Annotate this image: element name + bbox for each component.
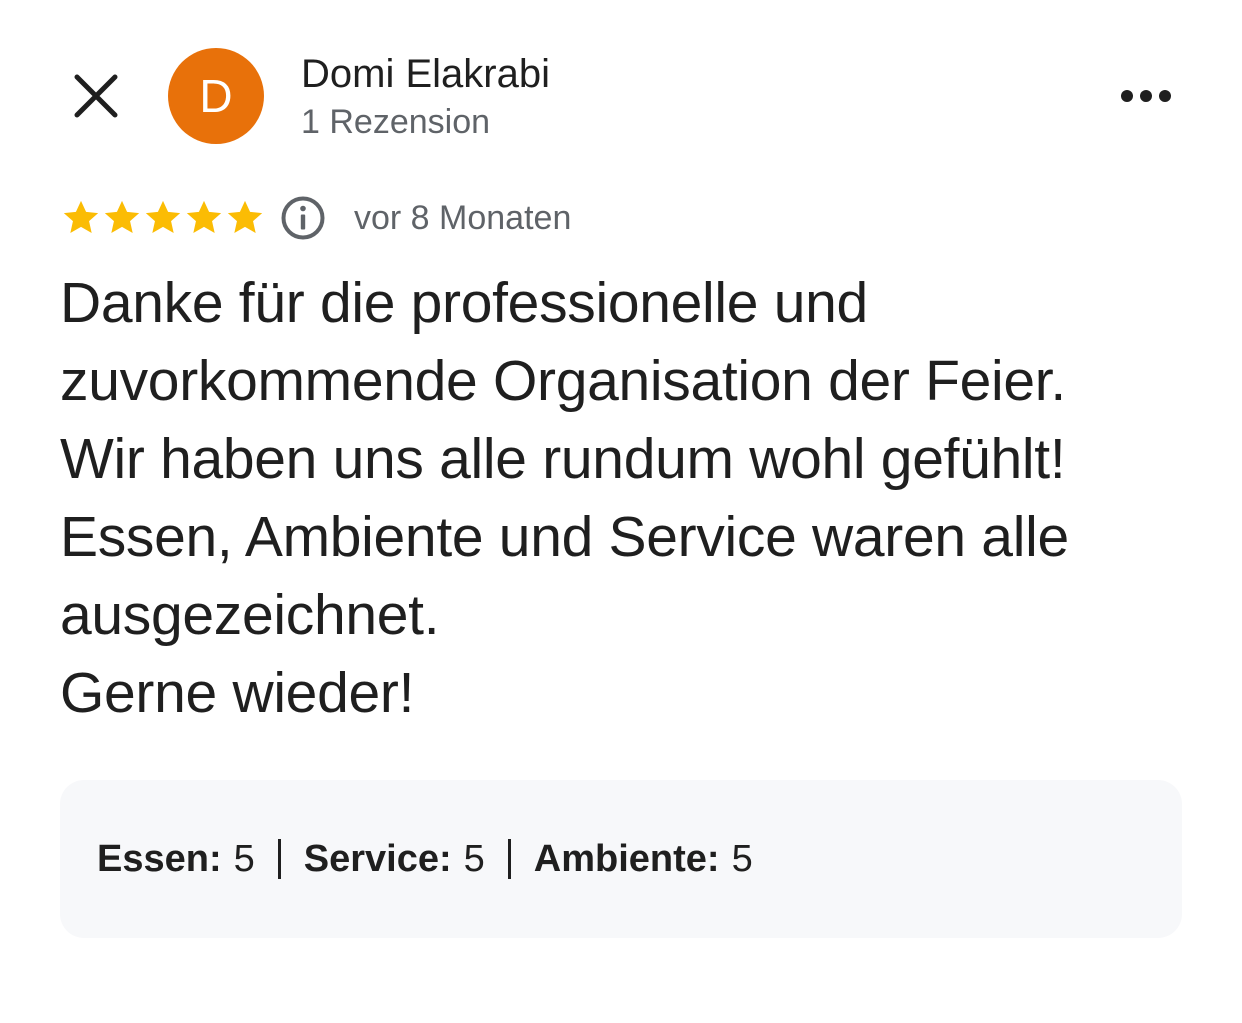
review-count: 1 Rezension: [301, 103, 491, 141]
sub-rating-label: Essen:: [97, 837, 222, 880]
sub-rating-label: Ambiente:: [533, 837, 720, 880]
more-horizontal-icon: [1121, 90, 1171, 102]
review-date: vor 8 Monaten: [354, 198, 572, 237]
avatar[interactable]: D: [168, 48, 264, 144]
sub-rating-label: Service:: [303, 837, 452, 880]
star-rating: [60, 197, 265, 239]
divider: [507, 839, 511, 879]
review-detail-sheet: D Domi Elakrabi 1 Rezension vor 8 Monate…: [0, 0, 1242, 1023]
sub-ratings-line: Essen: 5 Service: 5 Ambiente: 5: [97, 838, 753, 881]
sub-rating-value: 5: [731, 837, 753, 880]
star-icon: [145, 200, 181, 234]
sub-rating-value: 5: [463, 837, 485, 880]
sub-ratings-panel: Essen: 5 Service: 5 Ambiente: 5: [60, 780, 1182, 938]
close-button[interactable]: [64, 64, 128, 128]
star-icon: [186, 200, 222, 234]
avatar-letter: D: [199, 70, 233, 122]
info-icon[interactable]: [280, 195, 326, 241]
sub-rating-essen: Essen: 5: [97, 838, 255, 881]
rating-row: vor 8 Monaten: [60, 192, 571, 244]
review-text: Danke für die professionelle und zuvorko…: [60, 271, 1069, 725]
more-options-button[interactable]: [1110, 70, 1182, 122]
star-icon: [104, 200, 140, 234]
sub-rating-service: Service: 5: [304, 838, 485, 881]
reviewer-name[interactable]: Domi Elakrabi: [301, 50, 550, 98]
star-icon: [227, 200, 263, 234]
close-icon: [74, 74, 118, 118]
sub-rating-value: 5: [233, 837, 255, 880]
sub-rating-ambiente: Ambiente: 5: [534, 838, 753, 881]
divider: [277, 839, 281, 879]
star-icon: [63, 200, 99, 234]
